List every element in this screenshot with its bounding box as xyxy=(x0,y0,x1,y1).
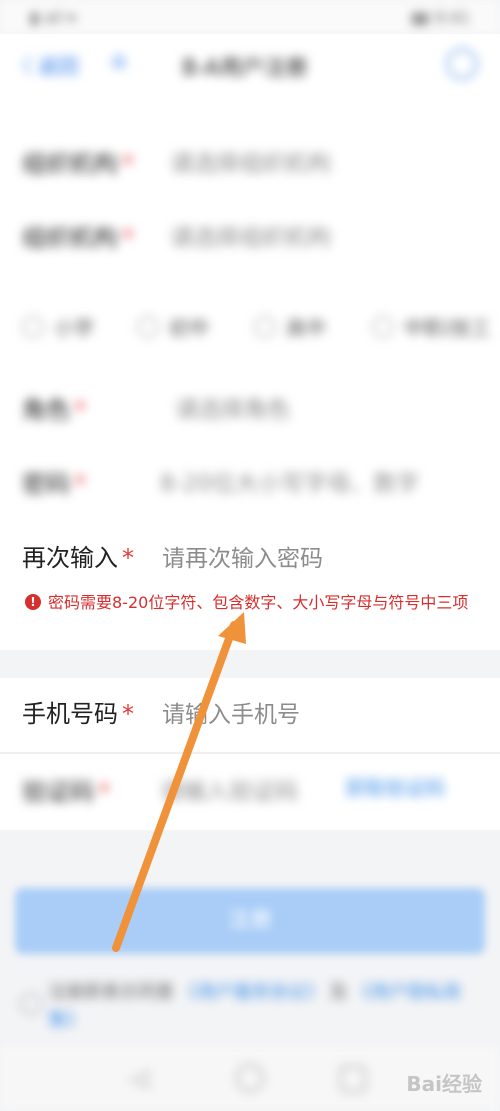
confirm-password-input[interactable]: 请再次输入密码 xyxy=(162,539,323,573)
radio-option[interactable]: 初中 xyxy=(137,312,209,341)
field-label: 密码 * xyxy=(22,470,86,498)
phone-input[interactable]: 请输入手机号 xyxy=(162,695,300,729)
radio-circle-icon xyxy=(137,315,159,338)
agreement-text: 注册即表示同意 《用户服务协议》 及 《用户隐私政策》 xyxy=(48,982,462,1031)
phone-label: 手机号码 * xyxy=(22,700,134,728)
terms-link[interactable]: 《用户服务协议》 xyxy=(180,982,324,1003)
status-right: ▮▮ 9:41 xyxy=(411,8,470,27)
confirm-password-label: 再次输入 * xyxy=(22,544,134,572)
field-label: 组织机构 * xyxy=(22,150,134,178)
divider xyxy=(0,752,500,754)
status-bar: ▮ all ▾ ▮▮ 9:41 xyxy=(0,0,500,34)
radio-circle-icon xyxy=(372,315,394,338)
error-text: 密码需要8-20位字符、包含数字、大小写字母与符号中三项 xyxy=(48,593,469,612)
org-field-2[interactable]: 组织机构 * 请选择组织机构 xyxy=(0,218,500,268)
triangle-back-icon[interactable]: ◁ xyxy=(130,1064,148,1092)
error-icon: ! xyxy=(25,594,41,610)
org-field-1[interactable]: 组织机构 * 请选择组织机构 xyxy=(0,144,500,194)
phone-field[interactable]: 手机号码 * 请输入手机号 xyxy=(0,694,500,746)
status-left: ▮ all ▾ xyxy=(30,8,76,27)
field-label: 角色 * xyxy=(22,396,86,424)
password-field[interactable]: 密码 * 8-20位大小写字母、数字 xyxy=(0,464,500,514)
submit-button[interactable]: 注册 xyxy=(15,888,485,954)
radio-option[interactable]: 高中 xyxy=(254,312,326,341)
password-input[interactable]: 8-20位大小写字母、数字 xyxy=(160,464,419,498)
org-select-1[interactable]: 请选择组织机构 xyxy=(170,144,331,178)
radio-option[interactable]: 中职/技工 xyxy=(372,312,491,341)
menu-icon[interactable] xyxy=(446,48,478,80)
role-field[interactable]: 角色 * 请选择角色 xyxy=(0,390,500,440)
contact-section: 手机号码 * 请输入手机号 验证码 * 请输入验证码 获取验证码 xyxy=(0,680,500,830)
radio-circle-icon xyxy=(254,315,276,338)
field-label: 验证码 * xyxy=(22,778,110,806)
code-input[interactable]: 请输入验证码 xyxy=(160,772,298,806)
get-code-button[interactable]: 获取验证码 xyxy=(345,772,445,801)
field-label: 组织机构 * xyxy=(22,224,134,252)
agreement-row: 注册即表示同意 《用户服务协议》 及 《用户隐私政策》 xyxy=(20,975,490,1035)
square-recent-icon[interactable] xyxy=(340,1066,366,1092)
section-gap xyxy=(0,650,500,678)
school-type-radio-group: 小学 初中 高中 中职/技工 xyxy=(22,294,492,354)
agree-checkbox[interactable] xyxy=(20,993,42,1015)
password-error-message: ! 密码需要8-20位字符、包含数字、大小写字母与符号中三项 xyxy=(0,588,500,644)
code-field[interactable]: 验证码 * 请输入验证码 获取验证码 xyxy=(0,772,500,822)
page-title: B-A用户注册 xyxy=(182,56,308,81)
role-select[interactable]: 请选择角色 xyxy=(175,390,290,424)
circle-home-icon[interactable] xyxy=(236,1064,264,1092)
radio-option[interactable]: 小学 xyxy=(22,312,94,341)
header: 〈 返回 ⌂ B-A用户注册 xyxy=(0,34,500,94)
confirm-password-field[interactable]: 再次输入 * 请再次输入密码 xyxy=(0,534,500,586)
back-button[interactable]: 〈 返回 xyxy=(12,50,78,79)
watermark: Bai经验 xyxy=(406,1072,482,1096)
org-select-2[interactable]: 请选择组织机构 xyxy=(170,218,331,252)
home-icon[interactable]: ⌂ xyxy=(112,48,126,73)
radio-circle-icon xyxy=(22,315,44,338)
